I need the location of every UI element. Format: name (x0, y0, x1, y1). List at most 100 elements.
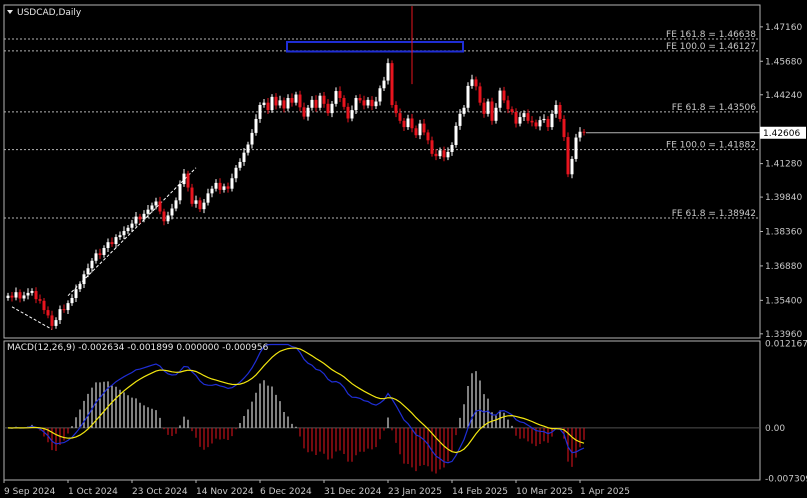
candle-body (62, 309, 66, 311)
candle-body (194, 200, 198, 204)
candle-body (54, 320, 58, 326)
candle-body (182, 173, 186, 185)
candle-body (286, 98, 290, 109)
candle-body (538, 120, 542, 127)
candle-body (354, 98, 358, 111)
candle-body (294, 94, 298, 103)
candle-body (202, 202, 206, 210)
x-tick-label: 1 Apr 2025 (580, 487, 630, 497)
candle-body (6, 295, 10, 299)
x-tick-label: 14 Feb 2025 (452, 487, 508, 497)
candle-body (330, 103, 334, 114)
candle-body (122, 231, 126, 236)
candle-body (14, 292, 18, 298)
candle-body (386, 63, 390, 81)
candle-body (534, 122, 538, 127)
y-tick-label: 1.45680 (765, 57, 802, 67)
candle-body (574, 137, 578, 159)
candle-body (506, 100, 510, 110)
candle-body (134, 216, 138, 224)
candle-body (510, 109, 514, 112)
trend-line (11, 306, 53, 330)
macd-layer (4, 343, 760, 474)
candle-body (394, 104, 398, 114)
candle-body (266, 102, 270, 111)
candle-body (26, 292, 30, 296)
x-tick-label: 6 Dec 2024 (260, 487, 312, 497)
candle-body (46, 310, 50, 316)
candle-body (206, 193, 210, 203)
price-panel-frame (3, 4, 761, 339)
candle-body (86, 268, 90, 275)
candle-body (254, 118, 258, 133)
candle-body (298, 94, 302, 108)
x-tick-label: 23 Oct 2024 (132, 487, 188, 497)
y-tick-label: 1.33960 (765, 330, 802, 340)
candle-body (362, 100, 366, 106)
candle-body (186, 173, 190, 188)
candle-body (198, 200, 202, 210)
candle-body (406, 118, 410, 128)
fib-level-label: FE 161.8 = 1.46638 (666, 30, 756, 40)
candle-body (118, 235, 122, 238)
candle-body (274, 96, 278, 106)
macd-panel-frame (3, 340, 761, 481)
x-tick-label: 23 Jan 2025 (388, 487, 442, 497)
candle-body (318, 95, 322, 108)
candle-body (82, 274, 86, 285)
candle-body (18, 292, 22, 299)
candle-body (102, 248, 106, 255)
candle-body (430, 140, 434, 154)
candle-body (542, 118, 546, 121)
candle-body (342, 98, 346, 107)
fib-level-label: FE 61.8 = 1.38942 (672, 209, 756, 219)
candle-body (270, 96, 274, 111)
dropdown-arrow-icon[interactable] (7, 10, 13, 14)
candle-body (366, 99, 370, 106)
candle-body (422, 123, 426, 133)
y-tick-label: 1.41280 (765, 160, 802, 170)
candle-body (178, 184, 182, 201)
candle-body (558, 104, 562, 119)
candle-body (458, 113, 462, 126)
candle-body (426, 132, 430, 141)
candle-body (522, 113, 526, 118)
candle-body (414, 128, 418, 136)
candle-body (30, 291, 34, 293)
x-tick-label: 10 Mar 2025 (516, 487, 573, 497)
y-tick-label: 1.35400 (765, 296, 802, 306)
candle-body (282, 100, 286, 109)
candle-body (518, 117, 522, 124)
candle-body (310, 99, 314, 108)
macd-label: MACD(12,26,9) -0.002634 -0.001899 0.0000… (7, 343, 269, 353)
candle-body (466, 85, 470, 108)
candle-body (78, 284, 82, 290)
current-price-box: 1.42606 (760, 126, 806, 139)
candle-body (174, 200, 178, 209)
candle-body (66, 303, 70, 311)
candle-body (70, 298, 74, 304)
candle-body (154, 201, 158, 206)
candle-body (334, 91, 338, 104)
candle-body (462, 107, 466, 114)
fib-level-label: FE 100.0 = 1.41882 (666, 141, 756, 151)
macd-tick-label: 0.012167 (765, 339, 807, 349)
candle-body (130, 223, 134, 228)
symbol-label: USDCAD,Daily (17, 8, 82, 18)
candle-body (434, 153, 438, 157)
fib-level-label: FE 61.8 = 1.43506 (672, 103, 757, 113)
candle-body (142, 213, 146, 220)
candle-body (526, 113, 530, 121)
candle-body (338, 91, 342, 99)
candle-body (50, 315, 54, 326)
candle-body (346, 106, 350, 119)
candle-body (170, 208, 174, 216)
candle-body (450, 144, 454, 152)
x-tick-label: 9 Sep 2024 (4, 487, 56, 497)
candle-body (302, 107, 306, 117)
candle-body (490, 101, 494, 121)
target-zone-rect (286, 40, 464, 53)
candle-body (402, 120, 406, 128)
candle-body (250, 132, 254, 145)
candle-body (486, 101, 490, 114)
